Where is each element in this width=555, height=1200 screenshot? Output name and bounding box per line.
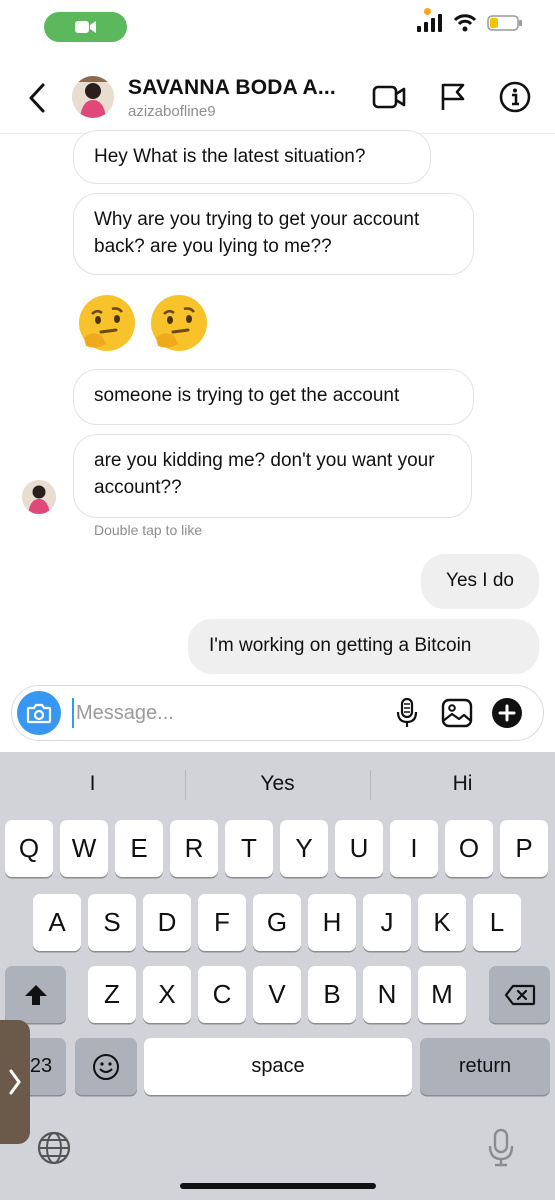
- video-call-button[interactable]: [372, 80, 406, 114]
- microphone-icon: [396, 697, 418, 727]
- sender-avatar[interactable]: [22, 480, 56, 514]
- shift-arrow-icon: [24, 984, 47, 1005]
- back-button[interactable]: [22, 80, 52, 116]
- smiley-face-icon: [93, 1053, 119, 1080]
- chevron-left-icon: [29, 83, 45, 113]
- battery-icon: [487, 15, 522, 31]
- plus-circle-icon: [492, 698, 522, 728]
- contact-name[interactable]: SAVANNA BODA A...: [128, 76, 336, 100]
- key[interactable]: L: [473, 894, 521, 951]
- sent-message-bubble[interactable]: I'm working on getting a Bitcoin: [188, 619, 539, 674]
- suggestion-item[interactable]: Hi: [370, 752, 555, 816]
- globe-button[interactable]: [36, 1130, 72, 1171]
- backspace-icon: [504, 984, 535, 1005]
- active-call-pill[interactable]: [44, 12, 127, 42]
- shift-key[interactable]: [5, 966, 66, 1023]
- message-bubble[interactable]: Why are you trying to get your account b…: [73, 193, 474, 275]
- key[interactable]: Z: [88, 966, 136, 1023]
- message-input[interactable]: [72, 698, 372, 728]
- thinking-face-emoji-icon: [79, 295, 135, 351]
- key[interactable]: E: [115, 820, 163, 877]
- info-icon: [499, 81, 531, 113]
- camera-button[interactable]: [17, 691, 61, 735]
- key[interactable]: F: [198, 894, 246, 951]
- signal-icon: [417, 14, 442, 32]
- key[interactable]: T: [225, 820, 273, 877]
- key[interactable]: D: [143, 894, 191, 951]
- chat-header: SAVANNA BODA A... azizabofline9: [0, 62, 555, 134]
- keyboard: I Yes Hi Q W E R T Y U I O P A S D F G H…: [0, 752, 555, 1200]
- key[interactable]: K: [418, 894, 466, 951]
- avatar-image: [72, 76, 114, 118]
- space-key[interactable]: space: [144, 1038, 412, 1095]
- key[interactable]: G: [253, 894, 301, 951]
- key[interactable]: Y: [280, 820, 328, 877]
- suggestion-item[interactable]: Yes: [185, 752, 370, 816]
- key[interactable]: C: [198, 966, 246, 1023]
- key[interactable]: A: [33, 894, 81, 951]
- message-composer: [11, 685, 544, 741]
- flag-icon: [441, 83, 465, 110]
- message-bubble[interactable]: someone is trying to get the account: [73, 369, 474, 425]
- key[interactable]: I: [390, 820, 438, 877]
- emoji-message[interactable]: [76, 292, 210, 354]
- gallery-button[interactable]: [440, 696, 474, 730]
- contact-avatar[interactable]: [72, 76, 114, 118]
- chevron-right-icon: [9, 1069, 21, 1095]
- video-camera-icon: [372, 85, 406, 109]
- suggestion-item[interactable]: I: [0, 752, 185, 816]
- camera-icon: [26, 703, 52, 724]
- key[interactable]: P: [500, 820, 548, 877]
- info-button[interactable]: [498, 80, 532, 114]
- side-drawer-handle[interactable]: [0, 1020, 30, 1144]
- double-tap-hint: Double tap to like: [94, 522, 203, 538]
- key[interactable]: W: [60, 820, 108, 877]
- return-key[interactable]: return: [420, 1038, 550, 1095]
- key[interactable]: J: [363, 894, 411, 951]
- contact-username: azizabofline9: [128, 103, 216, 120]
- key[interactable]: B: [308, 966, 356, 1023]
- voice-message-button[interactable]: [390, 696, 424, 730]
- wifi-icon: [453, 14, 477, 32]
- key[interactable]: R: [170, 820, 218, 877]
- emoji-key[interactable]: [75, 1038, 137, 1095]
- key[interactable]: S: [88, 894, 136, 951]
- microphone-icon: [488, 1128, 514, 1167]
- key[interactable]: M: [418, 966, 466, 1023]
- avatar-image: [22, 480, 56, 514]
- key[interactable]: V: [253, 966, 301, 1023]
- key[interactable]: H: [308, 894, 356, 951]
- message-bubble[interactable]: are you kidding me? don't you want your …: [73, 434, 472, 518]
- dictation-button[interactable]: [486, 1128, 516, 1173]
- video-call-icon: [74, 21, 96, 33]
- globe-icon: [37, 1131, 71, 1165]
- report-button[interactable]: [436, 80, 470, 114]
- key[interactable]: N: [363, 966, 411, 1023]
- more-options-button[interactable]: [490, 696, 524, 730]
- home-indicator: [180, 1183, 376, 1189]
- image-icon: [441, 698, 473, 728]
- message-bubble[interactable]: Hey What is the latest situation?: [73, 130, 431, 184]
- key[interactable]: U: [335, 820, 383, 877]
- key[interactable]: O: [445, 820, 493, 877]
- key[interactable]: X: [143, 966, 191, 1023]
- status-bar: [0, 0, 555, 52]
- sent-message-bubble[interactable]: Yes I do: [421, 554, 539, 609]
- suggestion-bar: I Yes Hi: [0, 752, 555, 816]
- thinking-face-emoji-icon: [151, 295, 207, 351]
- key[interactable]: Q: [5, 820, 53, 877]
- backspace-key[interactable]: [489, 966, 550, 1023]
